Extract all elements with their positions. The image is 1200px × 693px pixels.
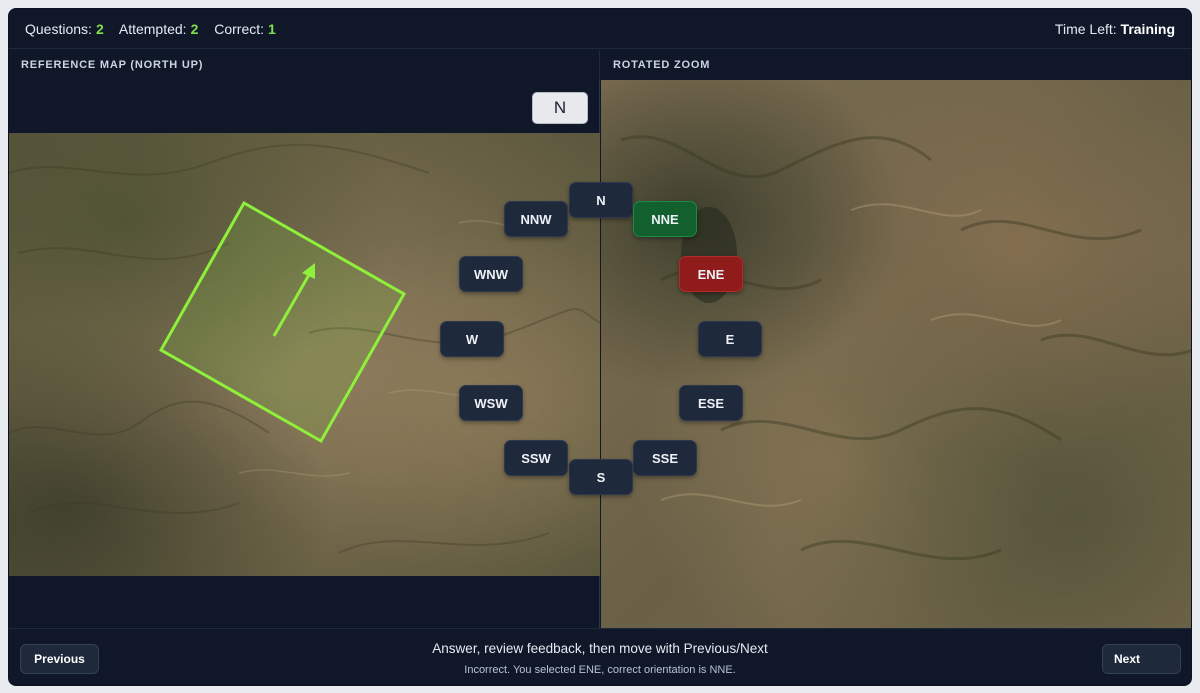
compass-button-sse[interactable]: SSE: [633, 440, 697, 476]
questions-label: Questions:: [25, 20, 92, 37]
rotated-zoom-image: [601, 80, 1191, 628]
rotated-zoom-title: ROTATED ZOOM: [601, 50, 1191, 80]
compass-button-n[interactable]: N: [569, 182, 633, 218]
compass-button-ene[interactable]: ENE: [679, 256, 743, 292]
time-left: Time Left: Training: [1055, 21, 1175, 37]
time-left-label: Time Left:: [1054, 20, 1117, 37]
correct-value: 1: [268, 20, 276, 37]
compass-button-nne[interactable]: NNE: [633, 201, 697, 237]
attempted-label: Attempted:: [118, 20, 187, 37]
score-stats: Questions: 2 Attempted: 2 Correct: 1: [25, 21, 288, 37]
compass-button-nnw[interactable]: NNW: [504, 201, 568, 237]
compass-button-w[interactable]: W: [440, 321, 504, 357]
next-button[interactable]: Next: [1102, 644, 1181, 674]
compass-button-s[interactable]: S: [569, 459, 633, 495]
north-indicator-badge: N: [532, 92, 588, 124]
compass-button-wnw[interactable]: WNW: [459, 256, 523, 292]
attempted-value: 2: [190, 20, 199, 37]
compass-button-wsw[interactable]: WSW: [459, 385, 523, 421]
feedback-text: Incorrect. You selected ENE, correct ori…: [464, 664, 736, 676]
app-window: Questions: 2 Attempted: 2 Correct: 1 Time L…: [8, 8, 1192, 686]
top-status-bar: Questions: 2 Attempted: 2 Correct: 1 Time L…: [9, 9, 1191, 49]
compass-button-ssw[interactable]: SSW: [504, 440, 568, 476]
reference-map-overlay: [9, 143, 600, 554]
instructions-text: Answer, review feedback, then move with …: [432, 641, 768, 656]
compass-button-e[interactable]: E: [698, 321, 762, 357]
correct-label: Correct:: [214, 20, 265, 37]
reference-map-panel: N: [9, 80, 600, 628]
reference-map-title: REFERENCE MAP (NORTH UP): [9, 50, 600, 80]
rotated-zoom-terrain: [620, 135, 1191, 561]
bottom-nav-bar: Previous Answer, review feedback, then m…: [9, 628, 1191, 685]
questions-value: 2: [95, 20, 104, 37]
reference-map-image: [9, 133, 600, 576]
time-left-value: Training: [1120, 20, 1175, 37]
compass-button-ese[interactable]: ESE: [679, 385, 743, 421]
